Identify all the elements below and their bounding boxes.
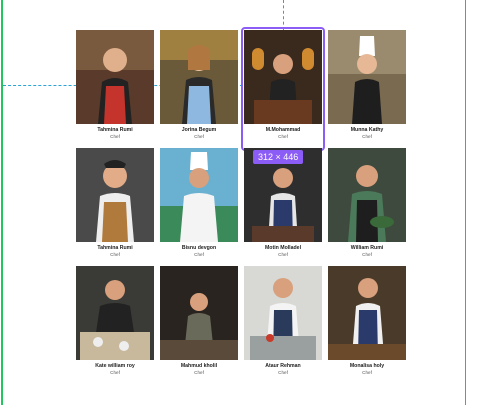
chef-photo xyxy=(160,148,238,242)
member-name: Munna Kathy xyxy=(350,127,384,133)
chef-photo xyxy=(160,266,238,360)
member-role: Chef xyxy=(110,252,120,257)
selection-size-badge: 312 × 446 xyxy=(253,150,304,164)
team-card[interactable]: Bisnu devgon Chef xyxy=(160,148,238,266)
chef-photo xyxy=(76,30,154,124)
chef-photo xyxy=(328,148,406,242)
member-name: Tahmina Rumi xyxy=(97,245,133,251)
member-name: William Rumi xyxy=(350,245,384,251)
member-role: Chef xyxy=(194,370,204,375)
team-card[interactable]: Ataur Rehman Chef xyxy=(244,266,322,384)
member-role: Chef xyxy=(362,370,372,375)
member-name: Jorina Begum xyxy=(181,127,217,133)
member-name: Mahmud kholil xyxy=(180,363,218,369)
member-name: Kate william roy xyxy=(95,363,135,369)
alignment-guide-vertical xyxy=(283,0,284,30)
member-role: Chef xyxy=(278,134,288,139)
member-name: Monalisa holy xyxy=(349,363,385,369)
chef-photo xyxy=(76,148,154,242)
member-role: Chef xyxy=(110,134,120,139)
chef-photo xyxy=(328,266,406,360)
member-name: M.Mohammad xyxy=(265,127,301,133)
frame-edge-left xyxy=(1,0,3,405)
team-card[interactable]: Motin Molladel Chef xyxy=(244,148,322,266)
team-card[interactable]: William Rumi Chef xyxy=(328,148,406,266)
member-name: Ataur Rehman xyxy=(265,363,301,369)
member-role: Chef xyxy=(110,370,120,375)
member-role: Chef xyxy=(194,134,204,139)
team-card[interactable]: Tahmina Rumi Chef xyxy=(76,148,154,266)
member-role: Chef xyxy=(362,252,372,257)
chef-photo xyxy=(76,266,154,360)
member-role: Chef xyxy=(278,370,288,375)
team-card[interactable]: Jorina Begum Chef xyxy=(160,30,238,148)
team-card[interactable]: Munna Kathy Chef xyxy=(328,30,406,148)
member-name: Motin Molladel xyxy=(264,245,302,251)
team-grid: Tahmina Rumi Chef Jorina Begum Chef M.Mo… xyxy=(76,27,406,384)
team-card[interactable]: Mahmud kholil Chef xyxy=(160,266,238,384)
team-card[interactable]: Monalisa holy Chef xyxy=(328,266,406,384)
chef-photo xyxy=(160,30,238,124)
member-name: Tahmina Rumi xyxy=(97,127,133,133)
chef-photo xyxy=(328,30,406,124)
frame-edge-right xyxy=(465,0,466,405)
member-role: Chef xyxy=(278,252,288,257)
team-card[interactable]: Kate william roy Chef xyxy=(76,266,154,384)
member-role: Chef xyxy=(362,134,372,139)
member-name: Bisnu devgon xyxy=(181,245,217,251)
chef-photo xyxy=(244,266,322,360)
member-role: Chef xyxy=(194,252,204,257)
team-card-selected[interactable]: M.Mohammad Chef xyxy=(241,27,325,151)
team-card[interactable]: Tahmina Rumi Chef xyxy=(76,30,154,148)
chef-photo xyxy=(244,30,322,124)
